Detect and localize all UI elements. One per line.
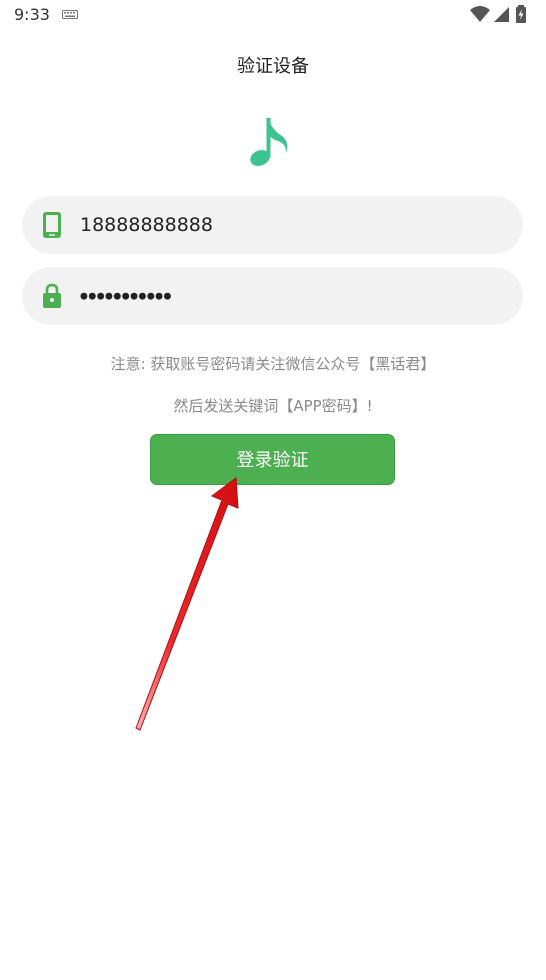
phone-input[interactable] — [80, 196, 500, 254]
red-arrow-icon — [135, 477, 239, 731]
cell-signal-icon — [494, 7, 509, 22]
keyboard-icon — [62, 10, 78, 19]
notice-line-1: 注意: 获取账号密码请关注微信公众号【黑话君】 — [110, 355, 436, 373]
phone-icon — [43, 212, 61, 238]
password-value: ●●●●●●●●●●● — [80, 291, 172, 302]
password-input-row: ●●●●●●●●●●● — [22, 267, 523, 325]
page-title: 验证设备 — [237, 56, 309, 77]
status-time: 9:33 — [14, 5, 50, 24]
wifi-icon — [470, 6, 490, 22]
phone-input-row — [22, 196, 523, 254]
password-input[interactable]: ●●●●●●●●●●● — [80, 267, 500, 325]
status-bar: 9:33 — [0, 0, 546, 30]
notice-line-2: 然后发送关键词【APP密码】! — [173, 397, 373, 415]
lock-icon — [43, 283, 61, 308]
battery-charging-icon — [516, 5, 526, 23]
status-icons — [470, 5, 532, 25]
music-note-icon — [250, 118, 288, 166]
